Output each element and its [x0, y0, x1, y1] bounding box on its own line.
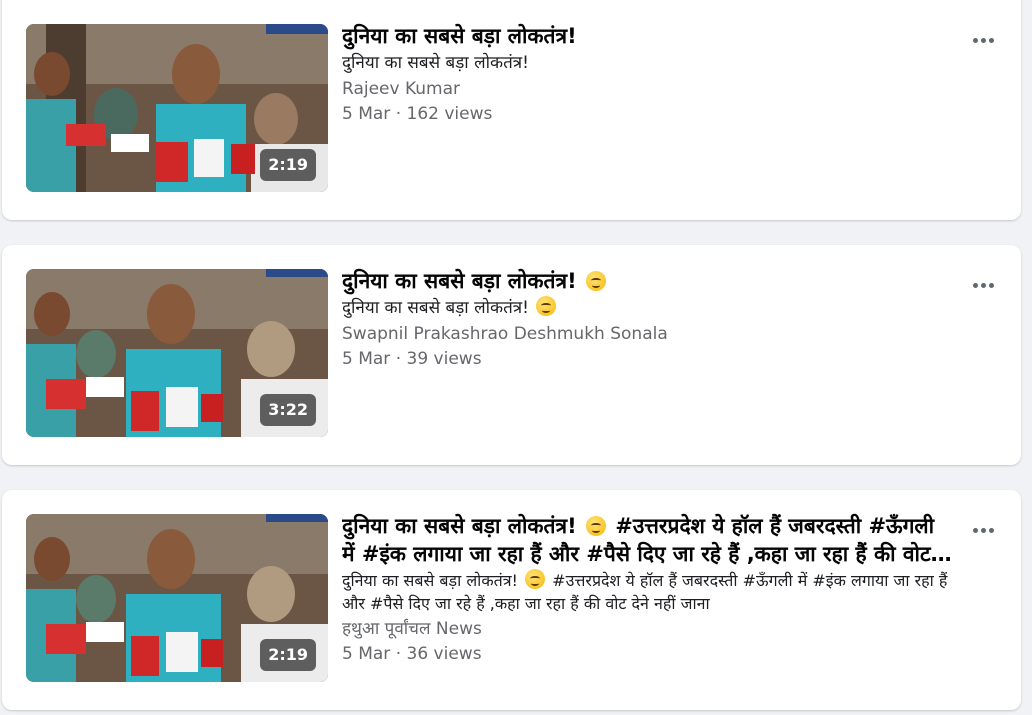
video-info: दुनिया का सबसे बड़ा लोकतंत्र! #उत्तरप्रद…: [342, 512, 952, 666]
video-duration: 2:19: [260, 149, 316, 181]
video-duration: 3:22: [260, 394, 316, 426]
more-options-button[interactable]: [967, 28, 999, 52]
video-description: दुनिया का सबसे बड़ा लोकतंत्र!: [342, 53, 529, 73]
smirk-emoji-icon: [585, 271, 606, 291]
video-title[interactable]: दुनिया का सबसे बड़ा लोकतंत्र! #उत्तरप्रद…: [342, 512, 952, 568]
video-result-card[interactable]: 3:22 दुनिया का सबसे बड़ा लोकतंत्र! दुनिय…: [2, 245, 1021, 465]
video-author[interactable]: Rajeev Kumar: [342, 77, 952, 101]
more-horizontal-icon: [972, 282, 978, 288]
video-info: दुनिया का सबसे बड़ा लोकतंत्र! दुनिया का …: [342, 22, 952, 126]
video-result-card[interactable]: 2:19 दुनिया का सबसे बड़ा लोकतंत्र! दुनिय…: [2, 0, 1021, 220]
more-horizontal-icon: [972, 527, 978, 533]
smirk-emoji-icon: [525, 569, 546, 589]
more-options-button[interactable]: [967, 273, 999, 297]
video-meta: 5 Mar · 162 views: [342, 104, 493, 124]
video-result-card[interactable]: 2:19 दुनिया का सबसे बड़ा लोकतंत्र! #उत्त…: [2, 490, 1021, 710]
more-horizontal-icon: [972, 37, 978, 43]
video-info: दुनिया का सबसे बड़ा लोकतंत्र! दुनिया का …: [342, 267, 952, 371]
video-duration: 2:19: [260, 639, 316, 671]
smirk-emoji-icon: [536, 296, 557, 316]
more-options-button[interactable]: [967, 518, 999, 542]
video-author[interactable]: हथुआ पूर्वांचल News: [342, 617, 952, 641]
video-description: दुनिया का सबसे बड़ा लोकतंत्र!: [342, 296, 952, 320]
video-description: दुनिया का सबसे बड़ा लोकतंत्र! #उत्तरप्रद…: [342, 569, 948, 613]
video-title[interactable]: दुनिया का सबसे बड़ा लोकतंत्र!: [342, 22, 952, 50]
video-author[interactable]: Swapnil Prakashrao Deshmukh Sonala: [342, 322, 952, 346]
video-thumbnail[interactable]: 2:19: [26, 24, 328, 192]
video-meta: 5 Mar · 36 views: [342, 644, 482, 664]
smirk-emoji-icon: [585, 516, 606, 536]
video-thumbnail[interactable]: 3:22: [26, 269, 328, 437]
video-meta: 5 Mar · 39 views: [342, 349, 482, 369]
video-thumbnail[interactable]: 2:19: [26, 514, 328, 682]
video-title[interactable]: दुनिया का सबसे बड़ा लोकतंत्र!: [342, 267, 952, 295]
